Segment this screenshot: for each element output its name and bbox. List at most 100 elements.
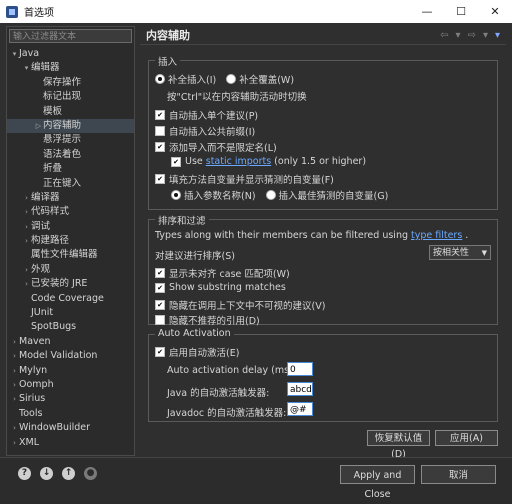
insert-parameter-names-radio[interactable] [171, 190, 181, 200]
apply-button[interactable]: 应用(A) [435, 430, 498, 446]
insertion-group: 插入 补全插入(I) 补全覆盖(W) 按"Ctrl"以在内容辅助活动时切换 ✔ … [148, 54, 498, 210]
cancel-button[interactable]: 取消 [421, 465, 496, 484]
add-import-checkbox[interactable]: ✔ [155, 142, 165, 152]
view-menu-icon[interactable]: ▾ [495, 30, 500, 41]
tree-item[interactable]: › Maven [7, 335, 134, 349]
tree-item[interactable]: 语法着色 [7, 148, 134, 162]
add-import-label: 添加导入而不是限定名(L) [169, 143, 277, 154]
java-trigger-input[interactable]: abcdefghijklmnopqrstuvwxyz. [287, 382, 313, 396]
auto-insert-common-label: 自动插入公共前缀(I) [169, 127, 256, 138]
fill-arguments-checkbox[interactable]: ✔ [155, 174, 165, 184]
tree-item[interactable]: › Mylyn [7, 364, 134, 378]
back-arrow-icon[interactable]: ⇦ [440, 30, 448, 41]
page-header: 内容辅助 ⇦ ▾ ⇨ ▾ ▾ [140, 26, 506, 45]
tree-item[interactable]: › 已安装的 JRE [7, 277, 134, 291]
tree-item[interactable]: › WindowBuilder [7, 421, 134, 435]
tree-item[interactable]: JUnit [7, 306, 134, 320]
tree-item-label: 标记出现 [43, 91, 82, 103]
show-substring-label: Show substring matches [169, 282, 286, 293]
enable-auto-activation-checkbox[interactable]: ✔ [155, 347, 165, 357]
tree-item[interactable]: 正在键入 [7, 177, 134, 191]
apply-and-close-button[interactable]: Apply and Close [340, 465, 415, 500]
hide-deprecated-checkbox[interactable] [155, 315, 165, 325]
expand-arrow-icon[interactable]: › [10, 392, 19, 406]
restore-defaults-button[interactable]: 恢复默认值(D) [367, 430, 430, 460]
tree-item[interactable]: › 调试 [7, 220, 134, 234]
expand-arrow-icon[interactable]: ▷ [34, 119, 43, 133]
static-imports-link[interactable]: static imports [206, 156, 271, 167]
minimize-button[interactable]: — [410, 5, 444, 18]
import-icon[interactable]: ↓ [40, 467, 53, 480]
expand-arrow-icon[interactable]: › [10, 421, 19, 435]
expand-arrow-icon[interactable]: › [10, 436, 19, 450]
tree-item[interactable]: ▾ 编辑器 [7, 61, 134, 75]
tree-item[interactable]: › Oomph [7, 378, 134, 392]
tree-item[interactable]: 保存操作 [7, 76, 134, 90]
tree-item[interactable]: 标记出现 [7, 90, 134, 104]
tree-item[interactable]: 折叠 [7, 162, 134, 176]
expand-arrow-icon[interactable]: ▾ [10, 47, 19, 61]
tree-item[interactable]: › Sirius [7, 392, 134, 406]
tree-item[interactable]: › Model Validation [7, 349, 134, 363]
javadoc-trigger-label: Javadoc 的自动激活触发器: [167, 408, 287, 419]
window-title: 首选项 [24, 8, 54, 19]
filter-input[interactable]: 输入过滤器文本 [9, 29, 132, 43]
help-icon[interactable]: ? [18, 467, 31, 480]
insert-parameter-names-label: 插入参数名称(N) [184, 191, 256, 202]
tree-item-label: 外观 [31, 263, 51, 275]
back-menu-icon[interactable]: ▾ [456, 30, 461, 41]
tree-item[interactable]: Code Coverage [7, 292, 134, 306]
expand-arrow-icon[interactable]: › [22, 205, 31, 219]
expand-arrow-icon[interactable]: › [10, 364, 19, 378]
content-assist-page: 内容辅助 ⇦ ▾ ⇨ ▾ ▾ 插入 补全插入(I) 补全覆盖(W) 按"Ctrl… [140, 26, 506, 460]
maximize-button[interactable]: ☐ [444, 5, 478, 18]
type-filters-link[interactable]: type filters [411, 230, 462, 241]
show-substring-checkbox[interactable]: ✔ [155, 282, 165, 293]
show-camel-case-checkbox[interactable]: ✔ [155, 268, 165, 278]
sort-proposals-select[interactable]: 按相关性 ▼ [429, 245, 491, 260]
javadoc-trigger-input[interactable]: @# [287, 402, 313, 416]
tree-item[interactable]: › 编译器 [7, 191, 134, 205]
dialog-footer: ? ↓ ↑ ● Apply and Close 取消 [0, 457, 512, 501]
completion-inserts-radio[interactable] [155, 74, 165, 84]
auto-insert-common-checkbox[interactable] [155, 126, 165, 136]
tree-item[interactable]: ▷ 内容辅助 [7, 118, 134, 134]
tree-item-label: Code Coverage [31, 292, 104, 304]
insert-best-guess-radio[interactable] [265, 190, 276, 200]
completion-overwrites-radio[interactable] [226, 74, 237, 84]
expand-arrow-icon[interactable]: ▾ [22, 61, 31, 75]
toggle-hint: 按"Ctrl"以在内容辅助活动时切换 [167, 92, 307, 103]
expand-arrow-icon[interactable]: › [10, 335, 19, 349]
oomph-icon[interactable]: ● [84, 467, 97, 480]
expand-arrow-icon[interactable]: › [22, 277, 31, 291]
forward-menu-icon[interactable]: ▾ [483, 30, 488, 41]
tree-item[interactable]: › 代码样式 [7, 205, 134, 219]
use-static-imports-checkbox[interactable]: ✔ [171, 156, 181, 167]
expand-arrow-icon[interactable]: › [22, 191, 31, 205]
tree-item[interactable]: › 外观 [7, 263, 134, 277]
expand-arrow-icon[interactable]: › [10, 378, 19, 392]
tree-item[interactable]: 模板 [7, 105, 134, 119]
tree-item-label: 保存操作 [43, 76, 82, 88]
tree-item[interactable]: ▾ Java [7, 47, 134, 61]
expand-arrow-icon[interactable]: › [22, 234, 31, 248]
tree-item[interactable]: › XML [7, 436, 134, 450]
expand-arrow-icon[interactable]: › [22, 263, 31, 277]
tree-item[interactable]: Tools [7, 407, 134, 421]
sort-proposals-value: 按相关性 [433, 248, 470, 258]
tree-item[interactable]: SpotBugs [7, 320, 134, 334]
tree-item[interactable]: › 构建路径 [7, 234, 134, 248]
expand-arrow-icon[interactable]: › [22, 220, 31, 234]
enable-auto-activation-label: 启用自动激活(E) [169, 348, 240, 359]
expand-arrow-icon[interactable]: › [10, 349, 19, 363]
forward-arrow-icon[interactable]: ⇨ [468, 30, 476, 41]
activation-delay-input[interactable]: 0 [287, 362, 313, 376]
auto-insert-single-checkbox[interactable]: ✔ [155, 110, 165, 120]
preference-tree: ▾ Java ▾ 编辑器 保存操作 标记出现 模板 ▷ 内容辅助 悬浮提示 语法着色 折叠 正在键入 › 编… [7, 47, 134, 450]
tree-item-label: 编译器 [31, 191, 60, 203]
export-icon[interactable]: ↑ [62, 467, 75, 480]
tree-item[interactable]: 悬浮提示 [7, 133, 134, 147]
tree-item[interactable]: 属性文件编辑器 [7, 248, 134, 262]
close-button[interactable]: ✕ [478, 5, 512, 18]
hide-invisible-checkbox[interactable]: ✔ [155, 300, 165, 310]
